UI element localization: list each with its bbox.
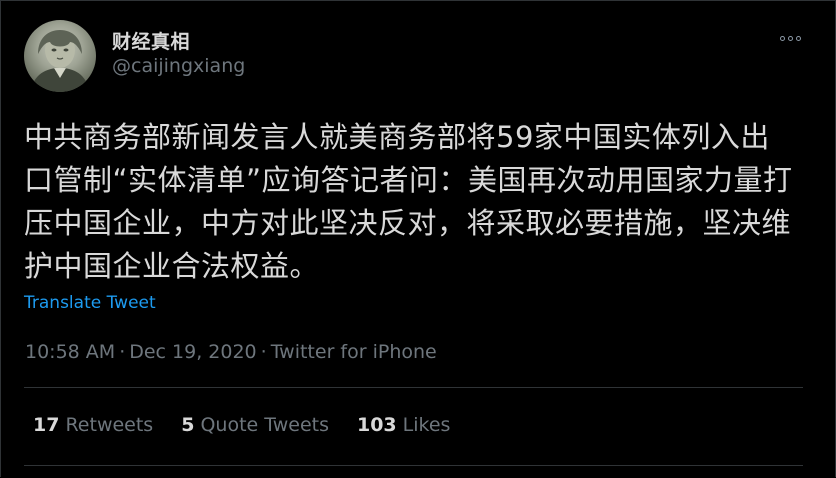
likes-count: 103 — [356, 414, 397, 436]
translate-tweet-link[interactable]: Translate Tweet — [24, 293, 156, 313]
quote-tweets-stat[interactable]: 5 Quote Tweets — [181, 414, 329, 436]
profile-avatar[interactable] — [24, 20, 96, 92]
more-dot-icon — [795, 35, 801, 41]
retweets-count: 17 — [33, 414, 60, 436]
more-dot-icon — [787, 35, 793, 41]
engagement-stats: 17 Retweets 5 Quote Tweets 103 Likes — [33, 414, 450, 436]
likes-label: Likes — [402, 414, 451, 436]
display-name[interactable]: 财经真相 — [112, 27, 190, 54]
retweets-label: Retweets — [65, 414, 154, 436]
quote-tweets-count: 5 — [181, 414, 195, 436]
user-handle[interactable]: @caijingxiang — [112, 55, 245, 77]
likes-stat[interactable]: 103 Likes — [357, 414, 450, 436]
tweet-metadata: 10:58 AM · Dec 19, 2020 · Twitter for iPhone — [25, 341, 437, 363]
avatar-portrait-icon — [30, 30, 90, 92]
tweet-text: 中共商务部新闻发言人就美商务部将59家中国实体列入出口管制“实体清单”应询答记者… — [24, 120, 793, 283]
quote-tweets-label: Quote Tweets — [200, 414, 329, 436]
tweet-date[interactable]: Dec 19, 2020 — [129, 341, 256, 363]
meta-separator: · — [119, 341, 126, 363]
retweets-stat[interactable]: 17 Retweets — [33, 414, 153, 436]
more-dot-icon — [779, 35, 785, 41]
tweet-source[interactable]: Twitter for iPhone — [271, 341, 437, 363]
divider — [24, 387, 803, 388]
more-options-icon[interactable] — [773, 26, 807, 50]
divider — [24, 465, 803, 466]
meta-separator: · — [260, 341, 267, 363]
tweet-time[interactable]: 10:58 AM — [25, 341, 115, 363]
